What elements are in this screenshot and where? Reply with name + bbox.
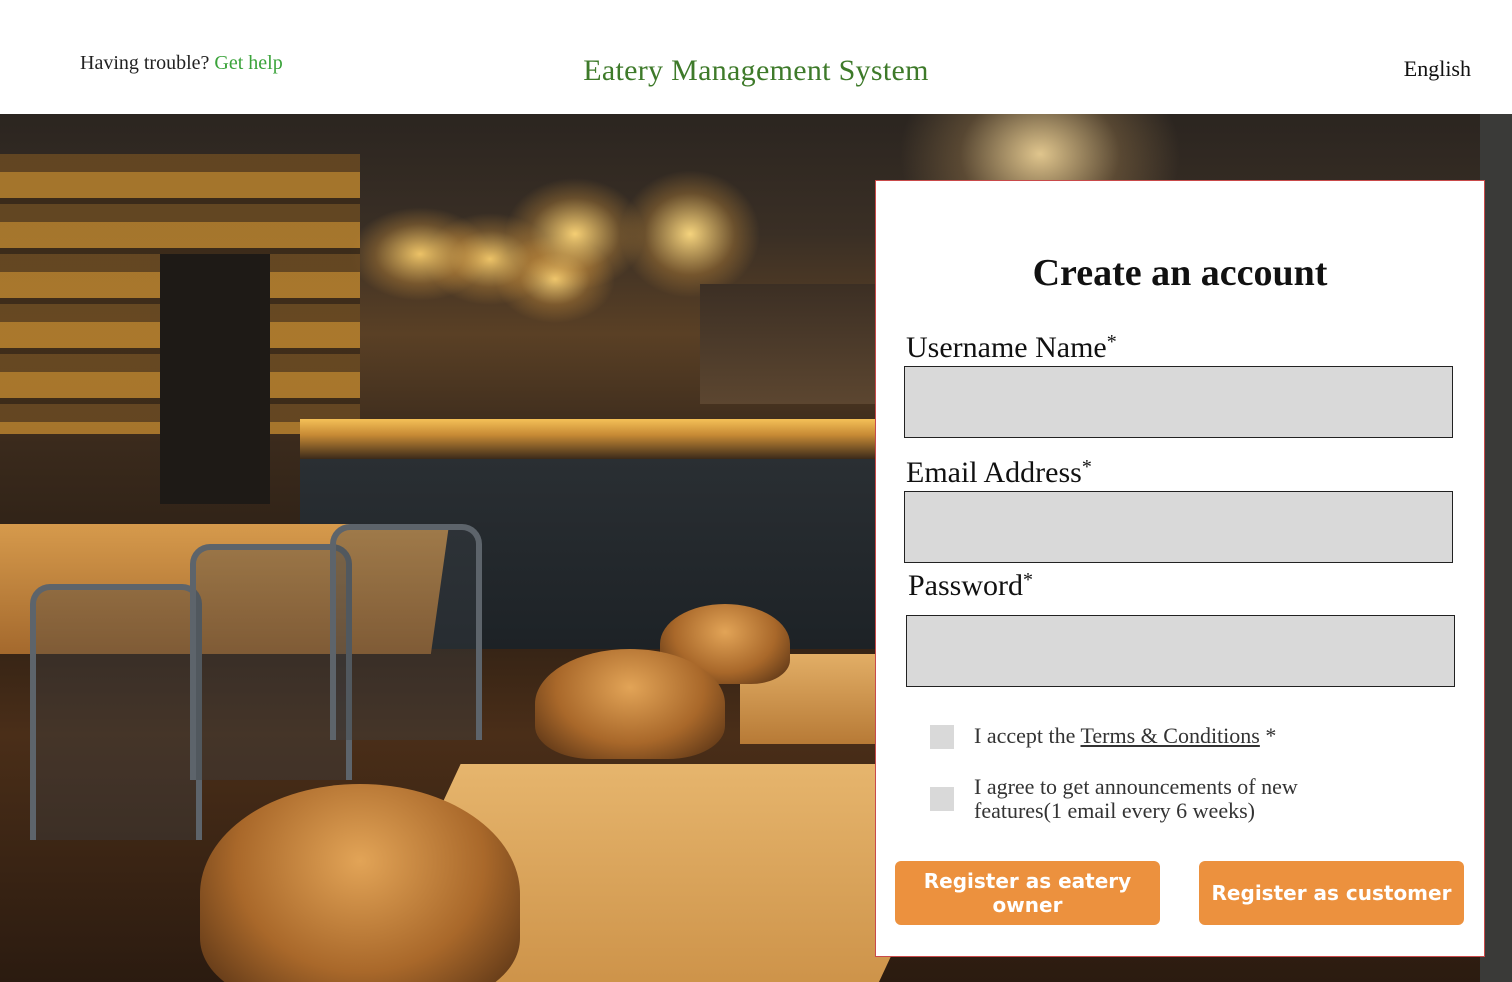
app-title: Eatery Management System: [583, 54, 929, 87]
register-owner-button[interactable]: Register as eatery owner: [895, 861, 1160, 925]
terms-prefix: I accept the: [974, 723, 1081, 748]
leather-chair: [535, 649, 725, 759]
door: [160, 254, 270, 504]
announcements-line1: I agree to get announcements of new: [974, 774, 1298, 799]
terms-text: I accept the Terms & Conditions *: [974, 724, 1276, 748]
bar-counter: [300, 419, 880, 459]
announcements-text: I agree to get announcements of new feat…: [974, 775, 1298, 823]
announcements-line2: features(1 email every 6 weeks): [974, 798, 1255, 823]
language-selector[interactable]: English: [1404, 56, 1471, 82]
username-input[interactable]: [904, 366, 1453, 438]
announcements-checkbox[interactable]: [930, 787, 954, 811]
metal-chair: [190, 544, 352, 780]
username-label-text: Username Name: [906, 331, 1107, 364]
bar-shelf: [700, 284, 880, 404]
metal-chair: [30, 584, 202, 840]
terms-link[interactable]: Terms & Conditions: [1080, 723, 1259, 748]
terms-suffix: *: [1259, 723, 1277, 748]
top-header: Having trouble? Get help Eatery Manageme…: [0, 0, 1512, 114]
email-label: Email Address*: [906, 456, 1092, 490]
form-title: Create an account: [1032, 252, 1328, 294]
metal-chair: [330, 524, 482, 740]
terms-checkbox[interactable]: [930, 725, 954, 749]
username-label: Username Name*: [906, 331, 1117, 365]
register-customer-button[interactable]: Register as customer: [1199, 861, 1464, 925]
signup-card: Create an account Username Name* Email A…: [875, 180, 1485, 957]
email-input[interactable]: [904, 491, 1453, 563]
password-label: Password*: [908, 569, 1033, 603]
required-mark: *: [1106, 331, 1117, 353]
password-label-text: Password: [908, 569, 1024, 602]
email-label-text: Email Address: [906, 456, 1082, 489]
password-input[interactable]: [906, 615, 1455, 687]
required-mark: *: [1081, 456, 1092, 478]
required-mark: *: [1023, 569, 1034, 591]
